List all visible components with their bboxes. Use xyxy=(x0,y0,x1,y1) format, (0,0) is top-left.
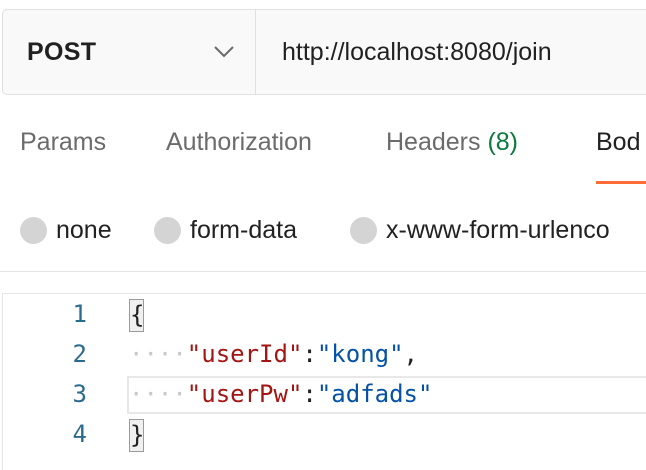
line-number: 2 xyxy=(72,340,87,368)
radio-urlencoded[interactable]: x-www-form-urlenco xyxy=(350,210,610,250)
code-text: ····"userId":"kong", xyxy=(129,334,418,374)
json-comma: , xyxy=(403,340,418,368)
request-tabs: Params Authorization Headers (8) Bod xyxy=(0,128,646,184)
json-colon: : xyxy=(302,340,317,368)
indent-whitespace: ···· xyxy=(129,340,187,368)
radio-circle-icon xyxy=(20,216,47,244)
radio-none[interactable]: none xyxy=(20,210,112,250)
tab-headers[interactable]: Headers (8) xyxy=(386,128,518,184)
tab-headers-label: Headers xyxy=(386,128,481,156)
json-body-editor[interactable]: 1 { 2 ····"userId":"kong", 3 ····"userPw… xyxy=(2,293,646,470)
code-text: ····"userPw":"adfads" xyxy=(129,374,432,414)
tab-body-label: Bod xyxy=(596,128,641,156)
radio-circle-icon xyxy=(350,216,377,244)
radio-form-data-label: form-data xyxy=(190,215,297,244)
line-number: 1 xyxy=(72,300,87,328)
method-label: POST xyxy=(27,37,97,66)
code-line: 1 { xyxy=(3,294,646,334)
open-brace: { xyxy=(129,298,144,332)
json-key: "userPw" xyxy=(186,380,303,408)
url-input[interactable]: http://localhost:8080/join xyxy=(256,10,646,94)
radio-form-data[interactable]: form-data xyxy=(154,210,297,250)
method-select[interactable]: POST xyxy=(3,10,256,94)
code-line: 4 } xyxy=(3,414,646,454)
json-colon: : xyxy=(302,380,317,408)
request-editor: POST http://localhost:8080/join Params A… xyxy=(0,0,646,470)
request-bar: POST http://localhost:8080/join xyxy=(2,9,646,95)
indent-whitespace: ···· xyxy=(129,380,187,408)
json-value: "kong" xyxy=(316,340,404,368)
json-key: "userId" xyxy=(186,340,303,368)
code-line: 3 ····"userPw":"adfads" xyxy=(3,374,646,414)
radio-circle-icon xyxy=(154,216,181,244)
radio-none-label: none xyxy=(56,215,112,244)
json-value: "adfads" xyxy=(316,380,433,408)
headers-count-badge: (8) xyxy=(487,128,519,156)
tab-params[interactable]: Params xyxy=(20,128,106,184)
body-type-options: none form-data x-www-form-urlenco xyxy=(0,210,646,250)
active-tab-indicator xyxy=(596,181,646,184)
tab-authorization[interactable]: Authorization xyxy=(166,128,312,184)
chevron-down-icon xyxy=(214,46,234,58)
tab-authorization-label: Authorization xyxy=(166,128,312,156)
line-number: 3 xyxy=(72,380,87,408)
code-text: } xyxy=(129,414,144,454)
code-line: 2 ····"userId":"kong", xyxy=(3,334,646,374)
radio-urlencoded-label: x-www-form-urlenco xyxy=(386,215,610,244)
tab-body[interactable]: Bod xyxy=(596,128,646,184)
code-text: { xyxy=(129,294,144,334)
url-text: http://localhost:8080/join xyxy=(282,37,552,66)
tab-params-label: Params xyxy=(20,128,107,156)
close-brace: } xyxy=(129,418,144,452)
section-divider xyxy=(0,271,646,272)
line-number: 4 xyxy=(72,420,87,448)
